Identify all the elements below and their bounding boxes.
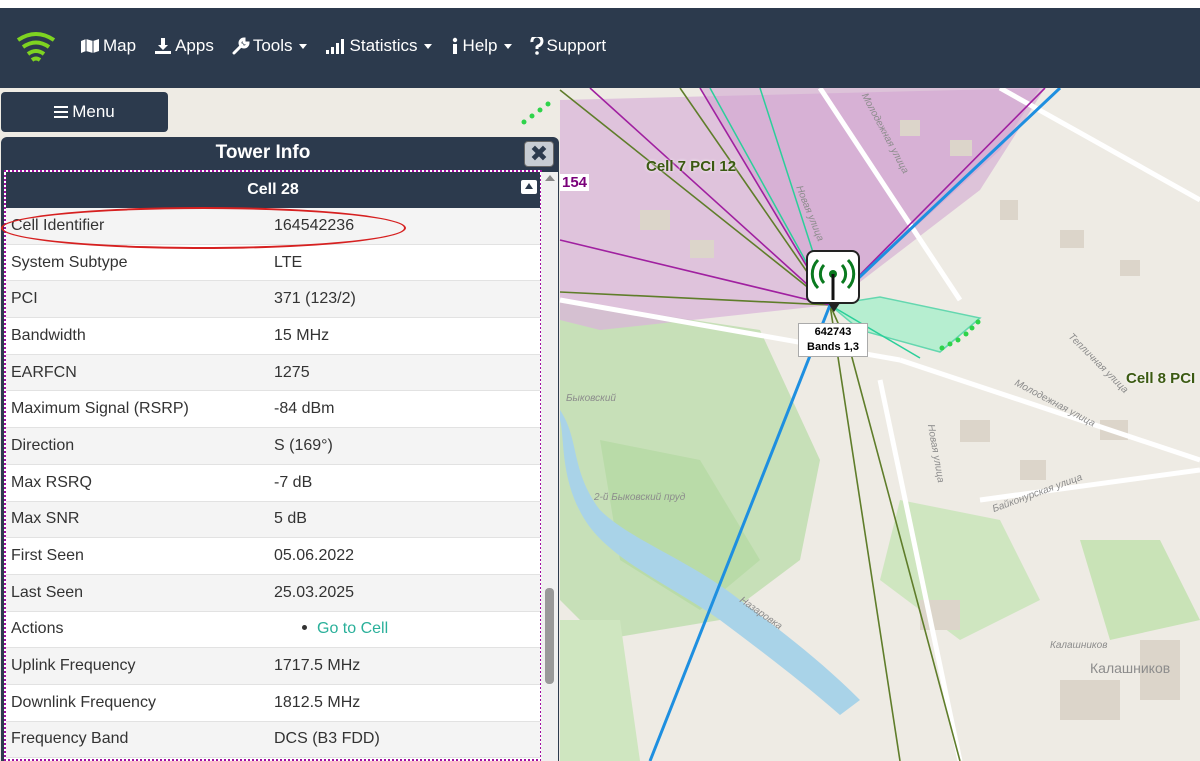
row-key: PCI	[11, 290, 38, 308]
table-row: Actions Go to Cell	[6, 612, 540, 649]
cell8-label[interactable]: Cell 8 PCI	[1126, 370, 1195, 387]
street-label: Быковский	[566, 393, 616, 404]
close-button[interactable]: ✖	[524, 141, 554, 167]
go-to-cell-link[interactable]: Go to Cell	[317, 620, 388, 637]
street-label: Калашников	[1050, 640, 1108, 651]
row-key: First Seen	[11, 547, 84, 565]
signal-bars-icon	[325, 39, 344, 54]
row-key: Downlink Frequency	[11, 693, 156, 711]
panel-body[interactable]: Cell 28 Cell Identifier 164542236 System …	[4, 170, 542, 761]
info-icon	[452, 37, 457, 54]
table-row: Last Seen 25.03.2025	[6, 574, 540, 612]
row-key: Actions	[11, 620, 64, 638]
row-key: Uplink Frequency	[11, 657, 136, 675]
table-row: PCI 371 (123/2)	[6, 281, 540, 319]
nav-tools[interactable]: Tools	[232, 36, 307, 56]
map-icon	[81, 39, 99, 53]
row-value: LTE	[274, 253, 303, 271]
panel-scrollbar[interactable]	[541, 172, 558, 761]
table-row: Max RSRQ -7 dB	[6, 465, 540, 502]
tower-marker[interactable]	[806, 250, 860, 312]
nav-statistics-label: Statistics	[349, 36, 418, 55]
hamburger-icon	[54, 103, 69, 121]
cell-header[interactable]: Cell 28	[6, 172, 540, 208]
row-key: Max SNR	[11, 510, 80, 528]
scrollbar-thumb[interactable]	[545, 588, 554, 684]
row-value: 1812.5 MHz	[274, 693, 361, 711]
chevron-down-icon	[423, 43, 432, 49]
menu-button[interactable]: Menu	[1, 92, 168, 132]
table-row: Uplink Frequency 1717.5 MHz	[6, 648, 540, 685]
row-key: EARFCN	[11, 363, 77, 381]
info-table: Cell Identifier 164542236 System Subtype L…	[6, 208, 540, 759]
nav-tools-label: Tools	[252, 36, 293, 55]
row-value: -7 dB	[274, 473, 313, 491]
tower-id: 642743	[814, 326, 852, 338]
row-value-actions: Go to Cell	[274, 620, 540, 638]
bullet-icon	[302, 625, 307, 631]
row-value: 5 dB	[274, 510, 307, 528]
table-row: Cell Identifier 164542236	[6, 208, 540, 245]
row-value: S (169°)	[274, 436, 333, 454]
row-key: Cell Identifier	[11, 216, 105, 234]
row-value: 05.06.2022	[274, 547, 355, 565]
table-row: Frequency Band DCS (B3 FDD)	[6, 721, 540, 759]
chevron-down-icon	[503, 43, 512, 49]
row-value: DCS (B3 FDD)	[274, 730, 380, 748]
row-key: Bandwidth	[11, 326, 86, 344]
row-value: 25.03.2025	[274, 583, 355, 601]
partial-cell-label[interactable]: 154	[560, 174, 590, 191]
row-key: System Subtype	[11, 253, 128, 271]
table-row: Downlink Frequency 1812.5 MHz	[6, 685, 540, 722]
table-row: First Seen 05.06.2022	[6, 538, 540, 575]
cell7-label[interactable]: Cell 7 PCI 12	[646, 158, 736, 175]
logo-icon[interactable]	[16, 26, 56, 70]
menu-button-label: Menu	[72, 102, 115, 121]
collapse-icon[interactable]	[521, 180, 537, 194]
nav-support-label: Support	[546, 36, 607, 55]
table-row: Bandwidth 15 MHz	[6, 318, 540, 355]
download-icon	[155, 38, 172, 54]
table-row: Max SNR 5 dB	[6, 501, 540, 539]
panel-title: Tower Info	[215, 142, 311, 163]
nav-help-label: Help	[462, 36, 498, 55]
table-row: Maximum Signal (RSRP) -84 dBm	[6, 391, 540, 429]
row-key: Direction	[11, 436, 75, 454]
row-key: Last Seen	[11, 583, 84, 601]
tower-tag[interactable]: 642743 Bands 1,3	[798, 323, 868, 357]
nav-apps[interactable]: Apps	[154, 36, 214, 56]
cell-title: Cell 28	[247, 181, 299, 198]
nav-map-label: Map	[103, 36, 137, 55]
tower-bands: Bands 1,3	[807, 341, 859, 353]
nav-support[interactable]: Support	[530, 36, 607, 56]
chevron-down-icon	[298, 43, 307, 49]
nav-map[interactable]: Map	[80, 36, 136, 56]
tower-info-panel: Tower Info ✖ Cell 28 Cell Identifier 1645…	[1, 137, 559, 761]
wrench-icon	[232, 37, 250, 55]
row-key: Maximum Signal (RSRP)	[11, 400, 189, 418]
row-key: Frequency Band	[11, 730, 129, 748]
question-icon	[530, 37, 543, 55]
nav-apps-label: Apps	[175, 36, 214, 55]
row-value: 1275	[274, 363, 310, 381]
row-value: 371 (123/2)	[274, 290, 356, 308]
row-value: -84 dBm	[274, 400, 335, 418]
nav-statistics[interactable]: Statistics	[325, 36, 432, 56]
table-row: Direction S (169°)	[6, 428, 540, 465]
place-label: Калашников	[1090, 660, 1171, 676]
top-navbar: Map Apps Tools Statistics Help Support	[0, 0, 1200, 88]
table-row: System Subtype LTE	[6, 245, 540, 282]
close-icon: ✖	[529, 141, 549, 166]
row-key: Max RSRQ	[11, 473, 92, 491]
street-label: 2-й Быковский пруд	[594, 492, 686, 503]
row-value: 15 MHz	[274, 326, 330, 344]
antenna-icon	[810, 258, 856, 300]
scroll-up-icon[interactable]	[545, 175, 555, 181]
nav-help[interactable]: Help	[450, 36, 512, 56]
row-value: 1717.5 MHz	[274, 657, 361, 675]
table-row: EARFCN 1275	[6, 354, 540, 392]
row-value: 164542236	[274, 216, 355, 234]
